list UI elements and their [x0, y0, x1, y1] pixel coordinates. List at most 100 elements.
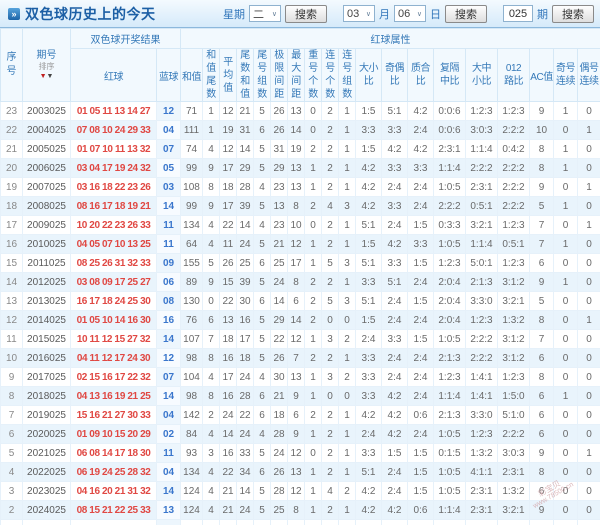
cell-value: 1:2:3 [466, 311, 498, 330]
cell-value: 28 [271, 482, 288, 501]
cell-value: 5 [254, 330, 271, 349]
cell-value: 98 [181, 387, 203, 406]
cell-value: 2 [339, 368, 356, 387]
column-header: 和值尾数 [203, 49, 220, 102]
cell-value: 2:4 [382, 178, 408, 197]
cell-value: 1 [305, 330, 322, 349]
cell-value: 1:2:3 [498, 368, 530, 387]
day-select[interactable]: 06 ∨ [394, 5, 426, 22]
cell-value: 6 [530, 425, 554, 444]
cell-value: 4:2 [382, 140, 408, 159]
cell-issue: 2009025 [23, 216, 71, 235]
column-header: 012路比 [498, 49, 530, 102]
cell-value: 0 [554, 406, 578, 425]
cell-value: 4:2 [356, 482, 382, 501]
cell-value: 6 [530, 482, 554, 501]
cell-issue: 2017025 [23, 368, 71, 387]
cell-value: 1:5 [408, 463, 434, 482]
cell-value: 3:0:3 [498, 444, 530, 463]
cell-value: 1 [339, 273, 356, 292]
cell-value: 28 [237, 178, 254, 197]
cell-value: 7 [203, 330, 220, 349]
cell-value: 1:2:3 [498, 102, 530, 121]
cell-value: 5 [254, 235, 271, 254]
cell-value: 4 [203, 235, 220, 254]
cell-value: 19 [288, 140, 305, 159]
cell-value: 4:2 [382, 520, 408, 525]
cell-value: 2 [554, 520, 578, 525]
cell-issue: 2015025 [23, 330, 71, 349]
cell-issue: 2004025 [23, 121, 71, 140]
cell-blue-ball: 06 [157, 273, 181, 292]
cell-value: 0 [578, 349, 600, 368]
cell-value: 3 [305, 520, 322, 525]
cell-value: 1 [339, 444, 356, 463]
cell-value: 4 [254, 178, 271, 197]
cell-value: 2 [322, 102, 339, 121]
cell-value: 0:6 [408, 406, 434, 425]
cell-value: 2 [339, 330, 356, 349]
week-search-button[interactable]: 搜索 [285, 5, 327, 23]
cell-value: 1 [339, 216, 356, 235]
cell-blue-ball: 16 [157, 311, 181, 330]
cell-value: 13 [288, 159, 305, 178]
cell-value: 108 [181, 178, 203, 197]
cell-issue: 2006025 [23, 159, 71, 178]
cell-value: 6 [203, 520, 220, 525]
cell-value: 1 [339, 178, 356, 197]
cell-value: 3:3:0 [466, 520, 498, 525]
cell-issue: 2021025 [23, 444, 71, 463]
cell-value: 2 [305, 273, 322, 292]
cell-value: 104 [181, 368, 203, 387]
sort-control[interactable]: 排序 ▼▼ [23, 62, 70, 81]
cell-value: 3:3 [356, 273, 382, 292]
month-select[interactable]: 03 ∨ [343, 5, 375, 22]
cell-value: 111 [181, 121, 203, 140]
sort-asc-icon[interactable]: ▼ [47, 73, 54, 80]
cell-value: 0 [578, 387, 600, 406]
cell-value: 5 [254, 140, 271, 159]
cell-value: 9 [530, 102, 554, 121]
cell-seq: 4 [1, 463, 23, 482]
issue-search-button[interactable]: 搜索 [552, 5, 594, 23]
date-search-button[interactable]: 搜索 [445, 5, 487, 23]
column-header: 奇号连续 [554, 49, 578, 102]
cell-value: 1 [339, 425, 356, 444]
page: » 双色球历史上的今天 星期 二 ∨ 搜索 03 ∨ 月 06 ∨ 日 搜索 期 [0, 0, 600, 525]
cell-value: 8 [530, 159, 554, 178]
sort-desc-icon[interactable]: ▼ [40, 73, 47, 80]
cell-value: 3:3 [382, 121, 408, 140]
cell-value: 18 [271, 406, 288, 425]
cell-value: 18 [220, 330, 237, 349]
cell-value: 12 [288, 330, 305, 349]
cell-value: 1 [339, 463, 356, 482]
cell-value: 14 [288, 121, 305, 140]
week-select[interactable]: 二 ∨ [249, 5, 281, 22]
cell-value: 5 [254, 311, 271, 330]
cell-value: 142 [181, 406, 203, 425]
page-title: 双色球历史上的今天 [25, 4, 156, 24]
cell-value: 2 [322, 406, 339, 425]
cell-value: 99 [181, 197, 203, 216]
cell-seq: 15 [1, 254, 23, 273]
issue-input[interactable] [503, 5, 533, 22]
cell-value: 1 [305, 178, 322, 197]
cell-value: 31 [237, 121, 254, 140]
cell-value: 8 [530, 311, 554, 330]
cell-value: 3:3 [356, 349, 382, 368]
cell-value: 2:4 [382, 311, 408, 330]
cell-value: 0 [578, 501, 600, 520]
cell-value: 2:4 [408, 387, 434, 406]
cell-value: 0 [339, 387, 356, 406]
table-row: 6202002501 09 10 15 20 29028441424428912… [1, 425, 600, 444]
cell-value: 5 [254, 482, 271, 501]
cell-value: 0 [322, 387, 339, 406]
cell-value: 98 [181, 349, 203, 368]
cell-red-balls: 08 15 21 22 25 33 [71, 501, 157, 520]
cell-value: 13 [288, 463, 305, 482]
cell-value: 6 [254, 121, 271, 140]
cell-value: 1 [554, 273, 578, 292]
cell-value: 12 [288, 482, 305, 501]
cell-red-balls: 01 05 10 14 16 30 [71, 311, 157, 330]
cell-value: 26 [271, 463, 288, 482]
